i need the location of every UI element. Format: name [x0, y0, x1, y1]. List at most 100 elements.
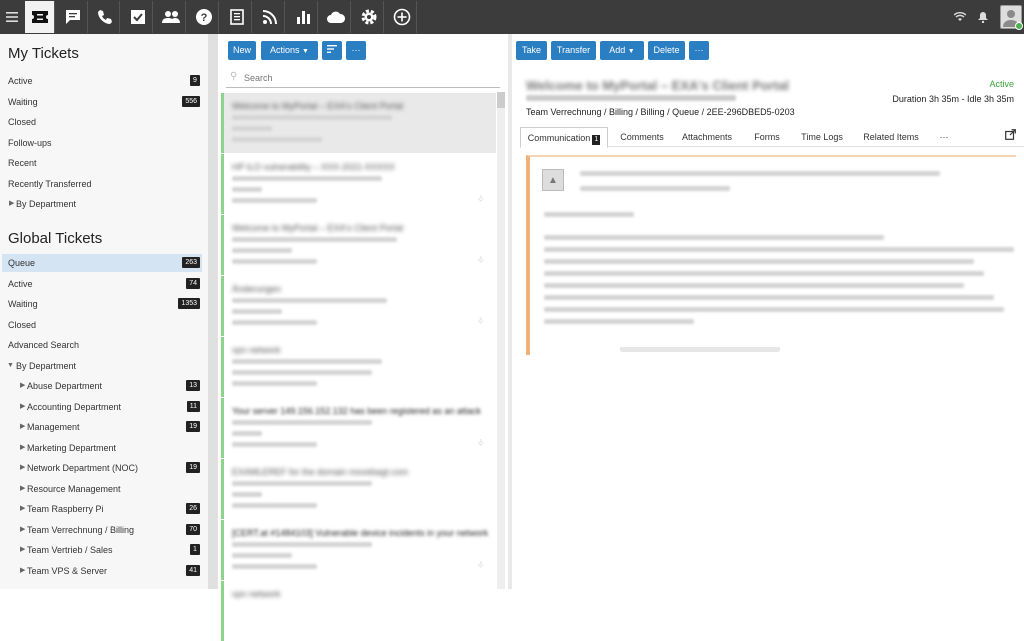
phone-icon[interactable]	[90, 1, 120, 33]
caret-down-icon: ▼	[627, 48, 635, 55]
sidebar-item-queue[interactable]: Queue 263	[2, 254, 202, 272]
count-badge: 1353	[178, 298, 200, 309]
caret-right-icon: ▶	[20, 464, 26, 471]
tab-communication[interactable]: Communication 1	[520, 127, 608, 148]
actions-dropdown-button[interactable]: Actions ▼	[261, 41, 318, 60]
caret-right-icon: ▶	[20, 526, 26, 533]
bell-icon[interactable]	[976, 0, 990, 34]
count-badge: 263	[182, 257, 200, 268]
search-input[interactable]	[244, 70, 464, 86]
sidebar-item-global-waiting[interactable]: Waiting 1353	[2, 295, 202, 313]
detail-more-button[interactable]: ···	[689, 41, 709, 60]
ticket-row[interactable]: vpn network	[221, 581, 496, 641]
chat-icon[interactable]	[58, 1, 88, 33]
sort-icon	[327, 45, 337, 53]
sidebar-item-dept-noc[interactable]: ▶ Network Department (NOC) 19	[2, 459, 202, 477]
sidebar-item-my-waiting[interactable]: Waiting 556	[2, 93, 202, 111]
plus-circle-icon[interactable]	[387, 1, 417, 33]
tab-time-logs[interactable]: Time Logs	[796, 127, 848, 147]
svg-text:?: ?	[200, 12, 207, 24]
tab-more[interactable]: ···	[934, 127, 954, 147]
attachment-icon: ⎀	[477, 316, 484, 325]
sidebar-item-dept-marketing[interactable]: ▶ Marketing Department	[2, 439, 202, 457]
sidebar-item-my-active[interactable]: Active 9	[2, 72, 202, 90]
sidebar-item-dept-sales[interactable]: ▶ Team Vertrieb / Sales 1	[2, 541, 202, 559]
user-avatar[interactable]	[1000, 5, 1023, 30]
sidebar-item-followups[interactable]: Follow-ups	[2, 134, 202, 152]
tab-attachments[interactable]: Attachments	[676, 127, 738, 147]
caret-right-icon: ▶	[20, 382, 26, 389]
ticket-row[interactable]: [CERT.at #1484103] Vulnerable device inc…	[221, 520, 496, 580]
ticket-title: Welcome to MyPortal – EXA's Client Porta…	[526, 78, 789, 93]
sidebar-item-advanced-search[interactable]: Advanced Search	[2, 336, 202, 354]
checkbox-icon[interactable]	[123, 1, 153, 33]
sidebar-item-dept-vps[interactable]: ▶ Team VPS & Server 41	[2, 562, 202, 580]
sidebar-item-global-closed[interactable]: Closed	[2, 316, 202, 334]
ticket-path: Team Verrechnung / Billing / Billing / Q…	[526, 107, 795, 117]
gear-icon[interactable]	[354, 1, 384, 33]
wifi-icon[interactable]	[952, 0, 968, 34]
online-status-dot	[1015, 22, 1023, 30]
new-ticket-button[interactable]: New	[228, 41, 256, 60]
tab-related-items[interactable]: Related Items	[858, 127, 924, 147]
take-button[interactable]: Take	[516, 41, 547, 60]
caret-right-icon: ▶	[20, 403, 26, 410]
sidebar-item-dept-resource[interactable]: ▶ Resource Management	[2, 480, 202, 498]
users-icon[interactable]	[156, 1, 186, 33]
count-badge: 1	[190, 544, 200, 555]
transfer-button[interactable]: Transfer	[551, 41, 596, 60]
count-badge: 41	[186, 565, 200, 576]
popout-icon[interactable]	[1005, 129, 1016, 143]
knowledgebase-icon[interactable]	[222, 1, 252, 33]
count-badge: 13	[186, 380, 200, 391]
ticket-row[interactable]: Welcome to MyPortal – EXA's Client Porta…	[221, 93, 496, 153]
rss-icon[interactable]	[255, 1, 285, 33]
message-scrollbar[interactable]	[620, 347, 780, 352]
ticket-row[interactable]: vpn network	[221, 337, 496, 397]
sidebar-item-dept-accounting[interactable]: ▶ Accounting Department 11	[2, 398, 202, 416]
count-badge: 74	[186, 278, 200, 289]
tab-forms[interactable]: Forms	[748, 127, 786, 147]
sort-button[interactable]	[322, 41, 342, 60]
sidebar-item-global-active[interactable]: Active 74	[2, 275, 202, 293]
caret-right-icon: ▶	[20, 505, 26, 512]
sidebar-item-recently-transferred[interactable]: Recently Transferred	[2, 175, 202, 193]
cloud-icon[interactable]	[321, 1, 351, 33]
sidebar-scrollbar[interactable]	[208, 34, 218, 589]
sender-avatar: ▲	[542, 169, 564, 191]
list-more-button[interactable]: ···	[346, 41, 366, 60]
ticket-row[interactable]: EXAMLEREF for the domain movebagt.com	[221, 459, 496, 519]
help-icon[interactable]: ?	[189, 1, 219, 33]
ticket-list-scrollbar[interactable]	[497, 92, 505, 589]
communication-message: ▲	[526, 155, 1016, 355]
count-badge: 556	[182, 96, 200, 107]
count-badge: 11	[186, 401, 200, 412]
scrollbar-thumb[interactable]	[497, 92, 505, 108]
ticket-row[interactable]: Welcome to MyPortal – EXA's Client Porta…	[221, 215, 496, 275]
count-badge: 19	[186, 462, 200, 473]
add-dropdown-button[interactable]: Add ▼	[600, 41, 644, 60]
sidebar-item-dept-abuse[interactable]: ▶ Abuse Department 13	[2, 377, 202, 395]
ticket-row[interactable]: HP iLO vulnerability – XXX-2021-XXXXX ⎀	[221, 154, 496, 214]
delete-button[interactable]: Delete	[648, 41, 685, 60]
tab-comments[interactable]: Comments	[616, 127, 668, 147]
ticket-row[interactable]: Änderungen ⎀	[221, 276, 496, 336]
attachment-icon: ⎀	[477, 438, 484, 447]
caret-right-icon: ▶	[20, 423, 26, 430]
count-badge: 26	[186, 503, 200, 514]
chart-icon[interactable]	[288, 1, 318, 33]
sidebar-item-my-closed[interactable]: Closed	[2, 113, 202, 131]
ticket-icon[interactable]	[25, 1, 55, 33]
sidebar-item-recent[interactable]: Recent	[2, 154, 202, 172]
status-badge: Active	[989, 79, 1014, 89]
caret-right-icon: ▶	[20, 567, 26, 574]
caret-right-icon: ▶	[20, 546, 26, 553]
sidebar-item-my-by-department[interactable]: ▶ By Department	[2, 195, 202, 213]
sidebar-item-global-by-department[interactable]: ▼ By Department	[2, 357, 202, 375]
search-icon: ⚲	[230, 71, 238, 82]
ticket-row[interactable]: Your server 149.156.152.132 has been reg…	[221, 398, 496, 458]
sidebar-item-dept-management[interactable]: ▶ Management 19	[2, 418, 202, 436]
hamburger-menu-icon[interactable]	[0, 0, 24, 34]
sidebar-item-dept-billing[interactable]: ▶ Team Verrechnung / Billing 70	[2, 521, 202, 539]
sidebar-item-dept-raspberry[interactable]: ▶ Team Raspberry Pi 26	[2, 500, 202, 518]
